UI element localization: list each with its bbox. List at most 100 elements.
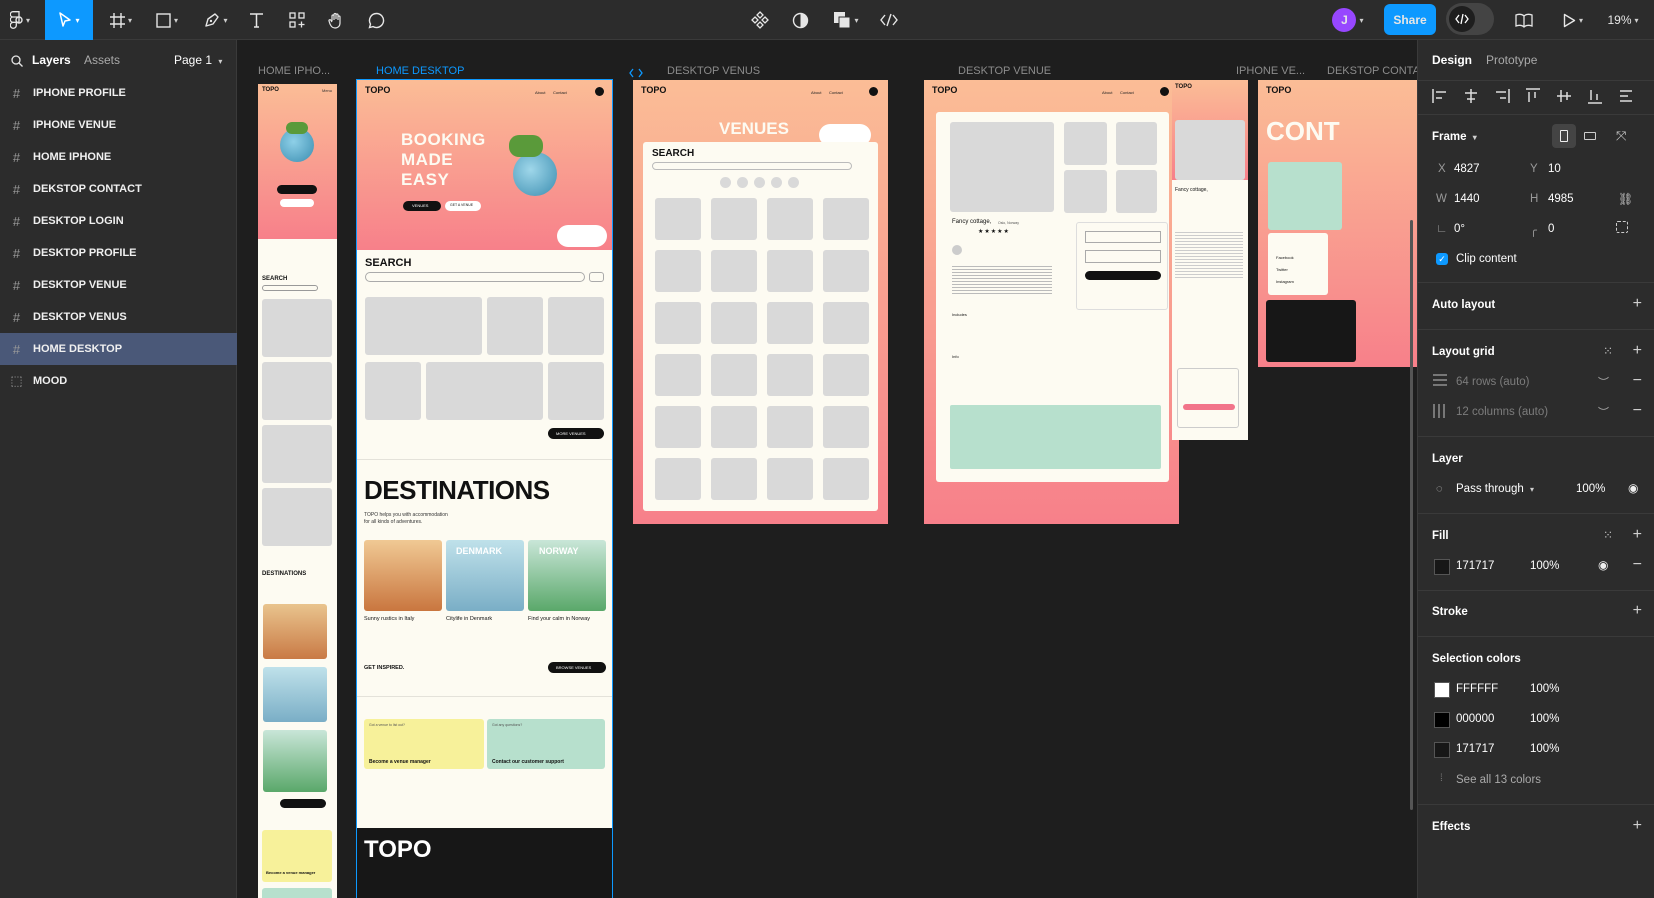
- y-input[interactable]: 10: [1548, 163, 1561, 175]
- add-effect-icon[interactable]: +: [1633, 817, 1642, 835]
- nav-about-link[interactable]: About: [535, 90, 545, 95]
- guests-input[interactable]: [1085, 250, 1161, 263]
- grid-rows-label[interactable]: 64 rows (auto): [1456, 376, 1530, 388]
- dev-mode-code-button[interactable]: [877, 0, 901, 40]
- venue-card[interactable]: [548, 297, 604, 355]
- nav-about-link[interactable]: About: [811, 90, 821, 95]
- mobile-venues-button[interactable]: [277, 185, 317, 194]
- venue-card[interactable]: [823, 250, 869, 292]
- frame-label-desktop-venus[interactable]: DESKTOP VENUS: [667, 65, 760, 77]
- mobile-menu-link[interactable]: Menu: [322, 88, 332, 93]
- nav-contact-link[interactable]: Contact: [553, 90, 567, 95]
- mobile-venue-manager-card[interactable]: Become a venue manager: [262, 830, 332, 882]
- color-swatch[interactable]: [1434, 742, 1450, 758]
- venue-card[interactable]: [711, 354, 757, 396]
- venue-card[interactable]: [767, 354, 813, 396]
- layer-item[interactable]: # DESKTOP LOGIN: [0, 205, 237, 237]
- share-button[interactable]: Share: [1384, 4, 1436, 35]
- customer-support-card[interactable]: Got any questions? Contact our customer …: [487, 719, 605, 769]
- align-bottom-icon[interactable]: [1587, 88, 1603, 104]
- venue-card[interactable]: [711, 250, 757, 292]
- add-auto-layout-icon[interactable]: +: [1633, 295, 1642, 313]
- frame-desktop-venus[interactable]: TOPO About Contact VENUES SEARCH: [633, 80, 888, 524]
- layer-item[interactable]: # HOME IPHONE: [0, 141, 237, 173]
- search-layers-button[interactable]: [11, 54, 23, 72]
- zoom-dropdown[interactable]: 19% ▾: [1600, 0, 1646, 40]
- venue-map[interactable]: [950, 405, 1161, 469]
- date-inputs[interactable]: [1085, 231, 1161, 243]
- venue-card[interactable]: [767, 198, 813, 240]
- frame-home-iphone[interactable]: TOPO Menu SEARCH DESTINATIONS Become a v…: [258, 84, 337, 898]
- nav-contact-link[interactable]: Contact: [829, 90, 843, 95]
- text-tool-button[interactable]: [244, 0, 268, 40]
- dest-image-denmark[interactable]: DENMARK: [446, 540, 524, 611]
- remove-grid-icon[interactable]: −: [1633, 402, 1642, 420]
- venue-card[interactable]: [823, 302, 869, 344]
- hero-venues-button[interactable]: VENUES: [403, 201, 441, 211]
- add-fill-icon[interactable]: +: [1633, 526, 1642, 544]
- color-swatch[interactable]: [1434, 682, 1450, 698]
- venue-card[interactable]: [823, 198, 869, 240]
- profile-icon[interactable]: [595, 87, 604, 96]
- venue-card[interactable]: [655, 250, 701, 292]
- fill-styles-icon[interactable]: ⁙: [1603, 528, 1613, 542]
- twitter-link[interactable]: Twitter: [1276, 267, 1288, 272]
- color-hex[interactable]: FFFFFF: [1456, 683, 1498, 695]
- layer-item[interactable]: # DEKSTOP CONTACT: [0, 173, 237, 205]
- venue-card[interactable]: [655, 406, 701, 448]
- user-avatar-button[interactable]: J ▾: [1326, 0, 1370, 40]
- create-component-button[interactable]: [748, 0, 772, 40]
- boolean-groups-button[interactable]: ▾: [828, 0, 864, 40]
- shape-tool-button[interactable]: ▾: [150, 0, 184, 40]
- fill-swatch[interactable]: [1434, 559, 1450, 575]
- align-horizontal-center-icon[interactable]: [1463, 88, 1479, 104]
- move-tool-button[interactable]: ▾: [45, 0, 93, 40]
- layer-item[interactable]: # DESKTOP VENUE: [0, 269, 237, 301]
- frame-desktop-contact[interactable]: TOPO CONT Facebook Twitter Instagram: [1258, 80, 1417, 367]
- frame-iphone-venue[interactable]: TOPO Fancy cottage,: [1172, 80, 1248, 440]
- height-input[interactable]: 4985: [1548, 193, 1574, 205]
- align-top-icon[interactable]: [1525, 88, 1541, 104]
- frame-label-home-iphone[interactable]: HOME IPHO...: [258, 65, 330, 77]
- filter-chip[interactable]: [771, 177, 782, 188]
- corner-radius-input[interactable]: 0: [1548, 223, 1554, 235]
- fill-hex-input[interactable]: 171717: [1456, 560, 1494, 572]
- venues-search-input[interactable]: [652, 162, 852, 170]
- venue-card[interactable]: [823, 458, 869, 500]
- instagram-link[interactable]: Instagram: [1276, 279, 1294, 284]
- frame-label-home-desktop[interactable]: HOME DESKTOP: [376, 65, 464, 77]
- venue-card[interactable]: [767, 458, 813, 500]
- landscape-orientation-button[interactable]: [1578, 124, 1602, 148]
- venue-card[interactable]: [711, 406, 757, 448]
- pen-tool-button[interactable]: ▾: [198, 0, 234, 40]
- venue-card[interactable]: [767, 250, 813, 292]
- color-opacity[interactable]: 100%: [1530, 683, 1559, 695]
- layer-item[interactable]: # DESKTOP PROFILE: [0, 237, 237, 269]
- eye-icon[interactable]: ◉: [1598, 558, 1608, 572]
- see-all-colors-link[interactable]: See all 13 colors: [1456, 774, 1541, 786]
- desktop-search-input[interactable]: [365, 272, 585, 282]
- dest-image-italy[interactable]: [364, 540, 442, 611]
- comment-tool-button[interactable]: [364, 0, 388, 40]
- x-input[interactable]: 4827: [1454, 163, 1480, 175]
- frame-home-desktop[interactable]: TOPO About Contact BOOKING MADE EASY VEN…: [356, 79, 613, 898]
- align-left-icon[interactable]: [1432, 88, 1448, 104]
- rotation-input[interactable]: 0°: [1454, 223, 1465, 235]
- venue-manager-card[interactable]: Got a venue to list out? Become a venue …: [364, 719, 484, 769]
- color-opacity[interactable]: 100%: [1530, 743, 1559, 755]
- frame-tool-button[interactable]: ▾: [104, 0, 138, 40]
- tab-prototype[interactable]: Prototype: [1486, 53, 1537, 67]
- frame-desktop-venue[interactable]: TOPO About Contact Fancy cottage, Oslo, …: [924, 80, 1179, 524]
- remove-grid-icon[interactable]: −: [1633, 372, 1642, 390]
- mobile-browse-button[interactable]: [280, 799, 326, 808]
- color-opacity[interactable]: 100%: [1530, 713, 1559, 725]
- tab-assets[interactable]: Assets: [84, 53, 120, 67]
- clip-content-checkbox[interactable]: ✓: [1436, 253, 1448, 265]
- independent-corners-icon[interactable]: [1616, 221, 1628, 233]
- venue-card[interactable]: [548, 362, 604, 420]
- add-stroke-icon[interactable]: +: [1633, 602, 1642, 620]
- venue-card[interactable]: [655, 198, 701, 240]
- color-swatch[interactable]: [1434, 712, 1450, 728]
- venue-card[interactable]: [711, 302, 757, 344]
- align-vertical-center-icon[interactable]: [1556, 88, 1572, 104]
